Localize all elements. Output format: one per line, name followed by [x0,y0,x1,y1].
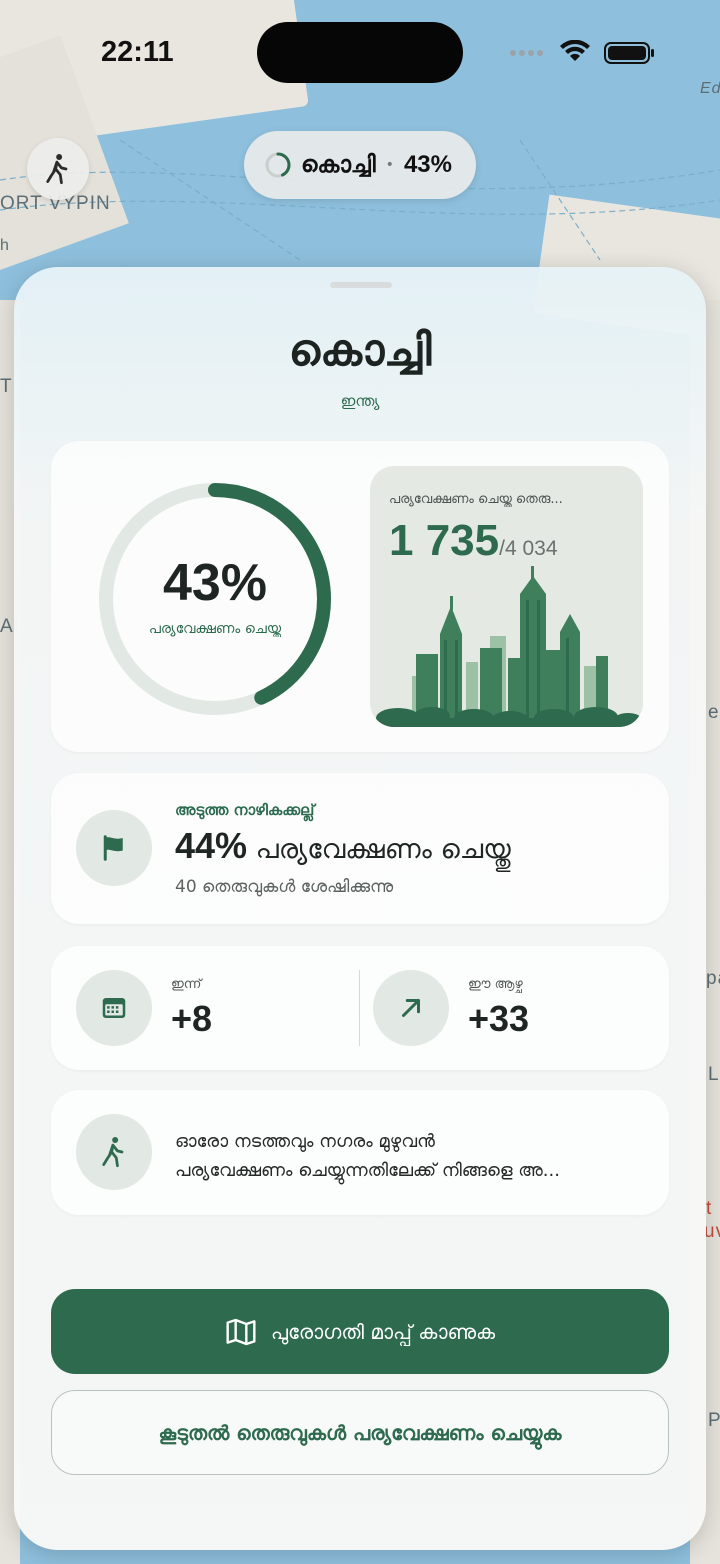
streets-count: 1 735/4 034 [389,516,558,566]
explore-more-streets-button[interactable]: കൂടുതൽ തെരുവുകൾ പര്യവേക്ഷണം ചെയ്യുക [51,1390,669,1475]
tip-line: ഓരോ നടത്തവും നഗരം മുഴുവൻ [175,1131,435,1152]
map-label: Ed [700,80,720,97]
explore-more-streets-label: കൂടുതൽ തെരുവുകൾ പര്യവേക്ഷണം ചെയ്യുക [158,1420,562,1445]
map-label: pa [706,968,720,989]
walk-icon [46,154,68,185]
country-label: ഇന്ത്യ [340,392,380,410]
walk-icon [102,1137,124,1168]
trend-arrow-icon [402,999,420,1017]
map-icon [226,1318,256,1345]
walking-tip-card: ഓരോ നടത്തവും നഗരം മുഴുവൻ പര്യവേക്ഷണം ചെയ… [51,1090,669,1215]
pill-progress: 43% [403,151,452,178]
today-label: ഇന്ന് [171,977,202,992]
wifi-icon [560,40,590,61]
map-label: T [0,376,13,397]
view-progress-map-label: പുരോഗതി മാപ്പ് കാണുക [270,1319,496,1344]
week-value: +33 [468,998,530,1039]
map-label: L [708,1064,720,1085]
progress-percent: 43% [162,554,268,612]
milestone-label: പര്യവേക്ഷണം ചെയ്തു [255,834,511,865]
battery-icon [604,42,654,64]
tip-icon-badge [76,1114,152,1190]
stats-card: ഇന്ന് +8 ഈ ആഴ്ച +33 [51,946,669,1070]
status-time: 22:11 [101,36,174,68]
city-title: കൊച്ചി [288,325,432,376]
flag-icon [103,835,123,861]
sheet-grabber[interactable] [330,282,392,288]
status-icons [510,40,654,64]
tip-text: ഓരോ നടത്തവും നഗരം മുഴുവൻ പര്യവേക്ഷണം ചെയ… [175,1127,655,1185]
progress-caption: പര്യവേക്ഷണം ചെയ്തു [148,621,282,637]
map-label: P [708,1410,720,1431]
map-label: e [708,702,720,723]
walk-mode-button[interactable] [27,138,89,200]
streets-total-value: /4 034 [499,537,558,560]
milestone-icon-badge [76,810,152,886]
streets-explored-box: പര്യവേക്ഷണം ചെയ്ത തെരു... 1 735/4 034 [370,466,643,727]
next-milestone-card: അടുത്ത നാഴികക്കല്ല് 44% പര്യവേക്ഷണം ചെയ്… [51,773,669,924]
map-label: t [706,1198,713,1219]
city-skyline-illustration [376,566,642,727]
map-label: uv [704,1221,720,1242]
streets-title: പര്യവേക്ഷണം ചെയ്ത തെരു... [389,492,563,507]
milestone-remaining: 40 തെരുവുകൾ ശേഷിക്കുന്നു [175,877,394,897]
week-icon-badge [373,970,449,1046]
milestone-percent: 44% [175,825,248,866]
today-value: +8 [171,998,213,1039]
milestone-headline: 44% പര്യവേക്ഷണം ചെയ്തു [175,825,511,867]
cellular-signal-icon [510,50,543,56]
pill-city-name: കൊച്ചി [301,152,376,178]
view-progress-map-button[interactable]: പുരോഗതി മാപ്പ് കാണുക [51,1289,669,1374]
dynamic-island [257,22,463,83]
city-detail-sheet: കൊച്ചി ഇന്ത്യ 43% പര്യവേക്ഷണം ചെയ്തു പര്… [14,267,706,1550]
calendar-icon [102,998,126,1018]
tip-line: പര്യവേക്ഷണം ചെയ്യുന്നതിലേക്ക് നിങ്ങളെ അ.… [175,1160,560,1181]
pill-separator: • [385,157,394,173]
progress-card: 43% പര്യവേക്ഷണം ചെയ്തു പര്യവേക്ഷണം ചെയ്ത… [51,441,669,752]
loading-ring-icon [265,152,291,178]
city-progress-pill[interactable]: കൊച്ചി • 43% [244,131,476,199]
today-icon-badge [76,970,152,1046]
week-label: ഈ ആഴ്ച [468,977,523,992]
milestone-kicker: അടുത്ത നാഴികക്കല്ല് [175,801,315,819]
map-label: h [0,237,10,254]
stats-divider [359,970,360,1046]
streets-explored-value: 1 735 [389,516,500,565]
